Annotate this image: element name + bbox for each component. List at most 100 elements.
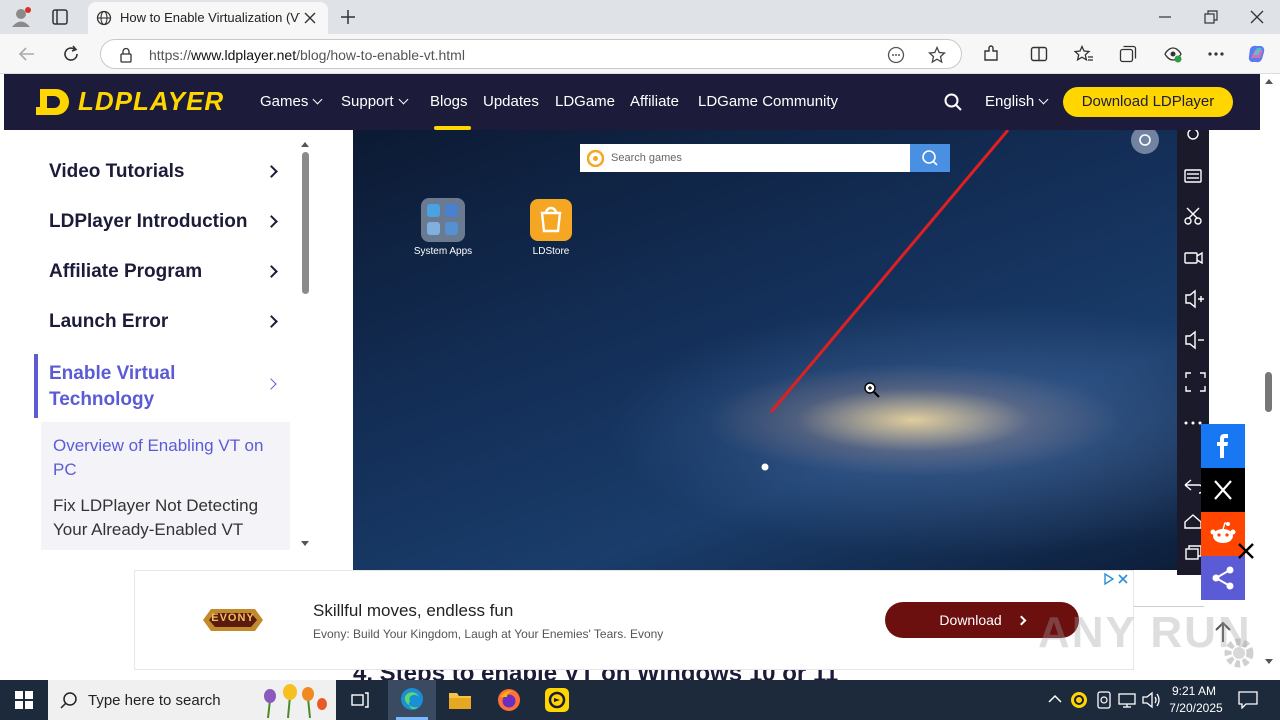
- ldplayer-tray-icon[interactable]: [1070, 691, 1088, 709]
- address-toolbar: https://www.ldplayer.net/blog/how-to-ena…: [0, 34, 1280, 74]
- windows-start-icon[interactable]: [15, 691, 33, 709]
- sidebar: Video Tutorials LDPlayer Introduction Af…: [34, 130, 314, 550]
- ad-banner[interactable]: EVONY Skillful moves, endless fun Evony:…: [134, 570, 1134, 670]
- restore-icon[interactable]: [1204, 10, 1218, 24]
- favorites-icon[interactable]: [1074, 45, 1094, 63]
- chevron-up-icon[interactable]: [1048, 694, 1062, 704]
- site-header: LDPLAYER Games Support Blogs Updates LDG…: [4, 74, 1260, 130]
- more-options-icon[interactable]: [1207, 51, 1225, 57]
- url-field[interactable]: https://www.ldplayer.net/blog/how-to-ena…: [100, 39, 962, 69]
- chevron-right-icon: [265, 265, 278, 278]
- task-view-icon[interactable]: [351, 691, 369, 709]
- volume-icon[interactable]: [1141, 691, 1161, 709]
- nav-games[interactable]: Games: [260, 93, 323, 110]
- screenshot-tool-icon: [1129, 130, 1161, 155]
- chevron-down-icon: [1038, 94, 1049, 105]
- ad-title: Skillful moves, endless fun: [313, 601, 514, 620]
- page-scrollbar-thumb[interactable]: [1265, 372, 1272, 412]
- minimize-icon[interactable]: [1158, 10, 1172, 24]
- watermark: ANY RUN: [1038, 608, 1252, 657]
- active-indicator: [34, 354, 38, 418]
- sidebar-item-enable-virtual-technology[interactable]: Enable Virtual Technology: [49, 361, 175, 413]
- search-icon[interactable]: [944, 93, 962, 111]
- evony-logo-text: EVONY: [211, 612, 255, 624]
- taskbar-edge[interactable]: [388, 680, 436, 720]
- network-icon[interactable]: [1118, 692, 1136, 708]
- chevron-down-icon: [398, 94, 408, 105]
- x-logo-icon: [1214, 480, 1232, 500]
- logo-text[interactable]: LDPLAYER: [78, 86, 224, 117]
- nav-affiliate[interactable]: Affiliate: [630, 93, 679, 110]
- share-icon: [1212, 566, 1234, 590]
- facebook-icon: [1217, 434, 1228, 458]
- extensions-icon[interactable]: [982, 45, 1000, 63]
- sidebar-item-launch-error[interactable]: Launch Error: [49, 311, 168, 333]
- submenu: Overview of Enabling VT on PC Fix LDPlay…: [41, 422, 290, 550]
- chevron-down-icon: [312, 94, 323, 105]
- chevron-right-icon: [265, 315, 278, 328]
- notifications-icon[interactable]: [1238, 691, 1258, 709]
- share-facebook-button[interactable]: [1201, 424, 1245, 468]
- taskbar-search[interactable]: Type here to search: [48, 680, 336, 720]
- nav-support[interactable]: Support: [341, 93, 408, 110]
- back-icon[interactable]: [18, 45, 36, 63]
- clock-time[interactable]: 9:21 AM: [1168, 684, 1220, 698]
- browser-tab[interactable]: How to Enable Virtualization (VT): [88, 2, 328, 34]
- settings-gear-icon: [1222, 636, 1256, 670]
- language-select[interactable]: English: [985, 93, 1049, 110]
- sidebar-item-video-tutorials[interactable]: Video Tutorials: [49, 161, 185, 183]
- ldplayer-taskbar-icon[interactable]: [545, 688, 569, 712]
- url-text: https://www.ldplayer.net/blog/how-to-ena…: [149, 47, 465, 63]
- search-icon: [60, 691, 78, 709]
- profile-icon[interactable]: [10, 6, 32, 28]
- submenu-label: Your Already-Enabled VT: [53, 520, 244, 539]
- collections-icon[interactable]: [1119, 45, 1137, 63]
- nav-ldgame[interactable]: LDGame: [555, 93, 615, 110]
- submenu-item-fix-not-detecting[interactable]: Fix LDPlayer Not Detecting Your Already-…: [53, 494, 283, 542]
- favorite-star-icon[interactable]: [928, 46, 946, 64]
- flowers-decoration-icon: [258, 682, 330, 718]
- download-ldplayer-button[interactable]: Download LDPlayer: [1063, 87, 1233, 117]
- chevron-right-icon: [265, 165, 278, 178]
- submenu-label: Fix LDPlayer Not Detecting: [53, 496, 259, 515]
- share-more-button[interactable]: [1201, 556, 1245, 600]
- sidebar-item-affiliate-program[interactable]: Affiliate Program: [49, 261, 202, 283]
- close-share-icon[interactable]: [1237, 542, 1255, 560]
- close-window-icon[interactable]: [1250, 10, 1264, 24]
- clock-date[interactable]: 7/20/2025: [1166, 701, 1226, 715]
- submenu-label: PC: [53, 460, 77, 479]
- site-info-icon[interactable]: [118, 47, 134, 63]
- sidebar-item-ldplayer-introduction[interactable]: LDPlayer Introduction: [49, 211, 247, 233]
- share-x-button[interactable]: [1201, 468, 1245, 512]
- file-explorer-icon[interactable]: [448, 689, 472, 711]
- nav-blogs[interactable]: Blogs: [430, 93, 468, 110]
- nav-ldgame-community[interactable]: LDGame Community: [698, 93, 838, 110]
- globe-icon: [96, 10, 112, 26]
- refresh-icon[interactable]: [62, 45, 80, 63]
- emulator-screenshot: Search games System Apps LDStore: [353, 130, 1177, 570]
- chevron-right-icon: [265, 215, 278, 228]
- ad-subtitle: Evony: Build Your Kingdom, Laugh at Your…: [313, 627, 664, 641]
- taskbar-search-placeholder: Type here to search: [88, 692, 221, 709]
- device-tray-icon[interactable]: [1096, 691, 1112, 709]
- new-tab-icon[interactable]: [340, 9, 356, 25]
- reader-mode-icon[interactable]: [887, 46, 905, 64]
- tab-actions-icon[interactable]: [52, 9, 68, 25]
- browser-essentials-icon[interactable]: [1163, 44, 1183, 64]
- tab-bar: How to Enable Virtualization (VT): [0, 0, 1280, 34]
- ad-choices-icon[interactable]: [1103, 573, 1131, 585]
- close-tab-icon[interactable]: [304, 12, 316, 24]
- tab-title: How to Enable Virtualization (VT): [120, 10, 300, 25]
- edge-icon: [396, 688, 428, 720]
- ad-download-label: Download: [939, 612, 1002, 628]
- split-screen-icon[interactable]: [1030, 45, 1048, 63]
- ldplayer-logo-icon[interactable]: [36, 87, 70, 117]
- submenu-item-overview[interactable]: Overview of Enabling VT on PC: [53, 434, 283, 482]
- divider: [1134, 606, 1204, 607]
- sidebar-item-label: Enable Virtual: [49, 363, 176, 384]
- sidebar-scrollbar-thumb[interactable]: [302, 152, 309, 294]
- copilot-icon[interactable]: [1246, 43, 1268, 65]
- chevron-right-icon: [265, 378, 277, 390]
- nav-updates[interactable]: Updates: [483, 93, 539, 110]
- firefox-icon[interactable]: [497, 688, 521, 712]
